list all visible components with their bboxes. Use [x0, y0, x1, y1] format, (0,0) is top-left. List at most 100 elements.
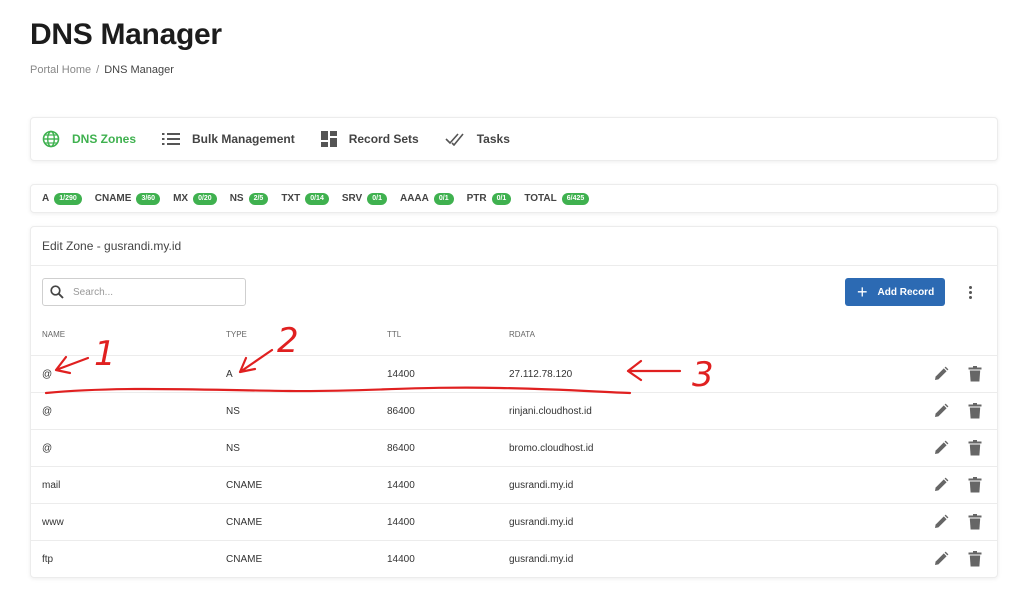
- record-row: mail CNAME 14400 gusrandi.my.id: [31, 466, 997, 503]
- edit-icon[interactable]: [933, 440, 949, 456]
- count-type-label: MX: [173, 193, 189, 204]
- count-type-label: NS: [229, 193, 244, 204]
- column-header-rdata: RDATA: [509, 330, 535, 339]
- trash-icon[interactable]: [968, 477, 982, 493]
- record-name: @: [42, 369, 53, 380]
- count-badge: 0/20: [193, 192, 217, 205]
- count-mx: MX 0/20: [173, 192, 217, 205]
- trash-icon[interactable]: [968, 440, 982, 456]
- globe-icon: [42, 130, 60, 148]
- record-name: @: [42, 443, 53, 454]
- search-icon: [50, 285, 64, 299]
- zone-title: Edit Zone - gusrandi.my.id: [31, 227, 997, 266]
- record-rdata: rinjani.cloudhost.id: [509, 406, 592, 417]
- count-badge: 2/5: [248, 192, 269, 205]
- plus-icon: +: [857, 282, 868, 302]
- edit-icon[interactable]: [933, 403, 949, 419]
- count-ptr: PTR 0/1: [466, 192, 512, 205]
- record-row: @ A 14400 27.112.78.120: [31, 355, 997, 392]
- edit-icon[interactable]: [933, 477, 949, 493]
- count-badge: 0/1: [433, 192, 454, 205]
- trash-icon[interactable]: [968, 366, 982, 382]
- search-box[interactable]: [42, 278, 246, 306]
- count-badge: 0/1: [367, 192, 387, 205]
- record-rdata: bromo.cloudhost.id: [509, 443, 594, 454]
- add-record-button[interactable]: + Add Record: [845, 278, 945, 306]
- breadcrumb-current: DNS Manager: [104, 64, 174, 76]
- breadcrumb-separator: /: [96, 64, 100, 76]
- record-name: @: [42, 406, 53, 417]
- record-ttl: 86400: [387, 406, 415, 417]
- check-double-icon: [445, 133, 464, 146]
- record-rdata: gusrandi.my.id: [509, 554, 574, 565]
- record-ttl: 14400: [387, 369, 415, 380]
- record-ttl: 14400: [387, 517, 415, 528]
- record-row: @ NS 86400 bromo.cloudhost.id: [31, 429, 997, 466]
- tab-label: DNS Zones: [72, 132, 137, 146]
- edit-icon[interactable]: [933, 551, 949, 567]
- record-name: www: [42, 517, 64, 528]
- record-rdata: 27.112.78.120: [509, 369, 573, 380]
- count-a: A 1/290: [42, 192, 82, 205]
- tab-record-sets[interactable]: Record Sets: [320, 131, 419, 147]
- record-type: A: [226, 369, 233, 380]
- count-type-label: TXT: [281, 193, 301, 204]
- count-type-label: AAAA: [399, 193, 429, 204]
- count-type-label: A: [42, 193, 50, 204]
- tab-label: Bulk Management: [192, 132, 295, 146]
- count-badge: 0/14: [305, 192, 329, 205]
- record-type: CNAME: [226, 554, 263, 565]
- record-row: ftp CNAME 14400 gusrandi.my.id: [31, 540, 997, 577]
- record-type: CNAME: [226, 480, 263, 491]
- trash-icon[interactable]: [968, 403, 982, 419]
- more-options-icon[interactable]: [965, 282, 975, 302]
- column-header-name: NAME: [42, 330, 66, 339]
- record-ttl: 14400: [387, 480, 415, 491]
- count-total: TOTAL 6/425: [524, 192, 590, 205]
- count-txt: TXT 0/14: [281, 192, 329, 205]
- tab-label: Record Sets: [348, 132, 419, 146]
- add-record-label: Add Record: [877, 286, 935, 298]
- tab-tasks[interactable]: Tasks: [445, 132, 510, 146]
- record-type: NS: [226, 443, 240, 454]
- column-header-ttl: TTL: [387, 330, 402, 339]
- tab-bulk-management[interactable]: Bulk Management: [162, 132, 295, 146]
- count-type-label: PTR: [466, 193, 487, 204]
- trash-icon[interactable]: [968, 551, 982, 567]
- record-row: www CNAME 14400 gusrandi.my.id: [31, 503, 997, 540]
- record-ttl: 86400: [387, 443, 415, 454]
- tab-dns-zones[interactable]: DNS Zones: [42, 130, 136, 148]
- count-badge: 3/60: [136, 192, 161, 205]
- record-row: @ NS 86400 rinjani.cloudhost.id: [31, 392, 997, 429]
- edit-icon[interactable]: [933, 514, 949, 530]
- count-badge: 0/1: [491, 192, 512, 205]
- edit-icon[interactable]: [933, 366, 949, 382]
- count-ns: NS 2/5: [229, 192, 269, 205]
- edit-zone-panel: Edit Zone - gusrandi.my.id + Add Record …: [30, 226, 998, 578]
- tab-label: Tasks: [476, 132, 510, 146]
- record-name: mail: [42, 480, 61, 491]
- breadcrumb: Portal Home / DNS Manager: [30, 64, 174, 76]
- count-badge: 1/290: [54, 192, 82, 205]
- column-header-type: TYPE: [226, 330, 247, 339]
- record-rdata: gusrandi.my.id: [509, 480, 574, 491]
- count-type-label: CNAME: [94, 193, 132, 204]
- record-name: ftp: [42, 554, 54, 565]
- dns-nav-tabs: DNS Zones Bulk Management Record Sets Ta…: [30, 117, 998, 161]
- trash-icon[interactable]: [968, 514, 982, 530]
- count-aaaa: AAAA 0/1: [399, 192, 454, 205]
- search-input[interactable]: [73, 286, 233, 298]
- count-badge: 6/425: [561, 192, 590, 205]
- page-title: DNS Manager: [30, 18, 222, 51]
- record-counts-bar: A 1/290 CNAME 3/60 MX 0/20 NS 2/5 TXT 0/14 SR…: [30, 184, 998, 213]
- grid-icon: [320, 131, 337, 147]
- record-rdata: gusrandi.my.id: [509, 517, 574, 528]
- record-ttl: 14400: [387, 554, 415, 565]
- count-type-label: SRV: [341, 193, 363, 204]
- count-srv: SRV 0/1: [341, 192, 387, 205]
- breadcrumb-home-link[interactable]: Portal Home: [30, 64, 91, 76]
- record-type: NS: [226, 406, 240, 417]
- count-type-label: TOTAL: [524, 193, 557, 204]
- count-cname: CNAME 3/60: [94, 192, 161, 205]
- record-type: CNAME: [226, 517, 263, 528]
